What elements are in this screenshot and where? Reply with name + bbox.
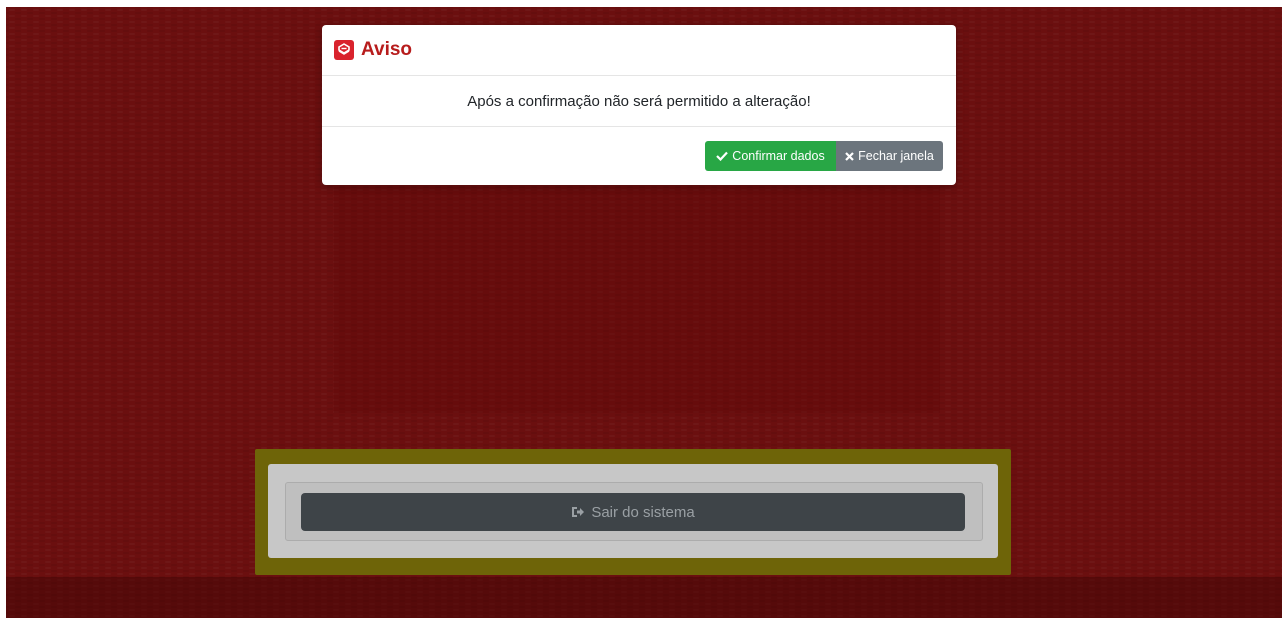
modal-header: Aviso [322,25,956,76]
close-window-button[interactable]: Fechar janela [836,141,943,171]
modal-body: Após a confirmação não será permitido a … [322,76,956,127]
logout-button[interactable]: Sair do sistema [301,493,965,531]
checkmark-icon [716,151,729,161]
confirm-data-button[interactable]: Confirmar dados [705,141,836,171]
warning-modal: Aviso Após a confirmação não será permit… [322,25,956,185]
close-window-label: Fechar janela [858,149,934,163]
logout-label: Sair do sistema [591,503,695,521]
modal-title: Aviso [361,39,413,60]
close-x-icon [845,151,854,161]
modal-message: Após a confirmação não será permitido a … [467,92,811,110]
modal-footer: Confirmar dados Fechar janela [322,127,956,185]
brand-logo-icon [334,40,354,60]
logout-highlight-frame: Sair do sistema [255,449,1011,575]
sign-out-icon [571,506,585,518]
logout-card: Sair do sistema [268,464,998,558]
logout-card-body: Sair do sistema [285,482,983,541]
confirm-data-label: Confirmar dados [732,149,825,163]
